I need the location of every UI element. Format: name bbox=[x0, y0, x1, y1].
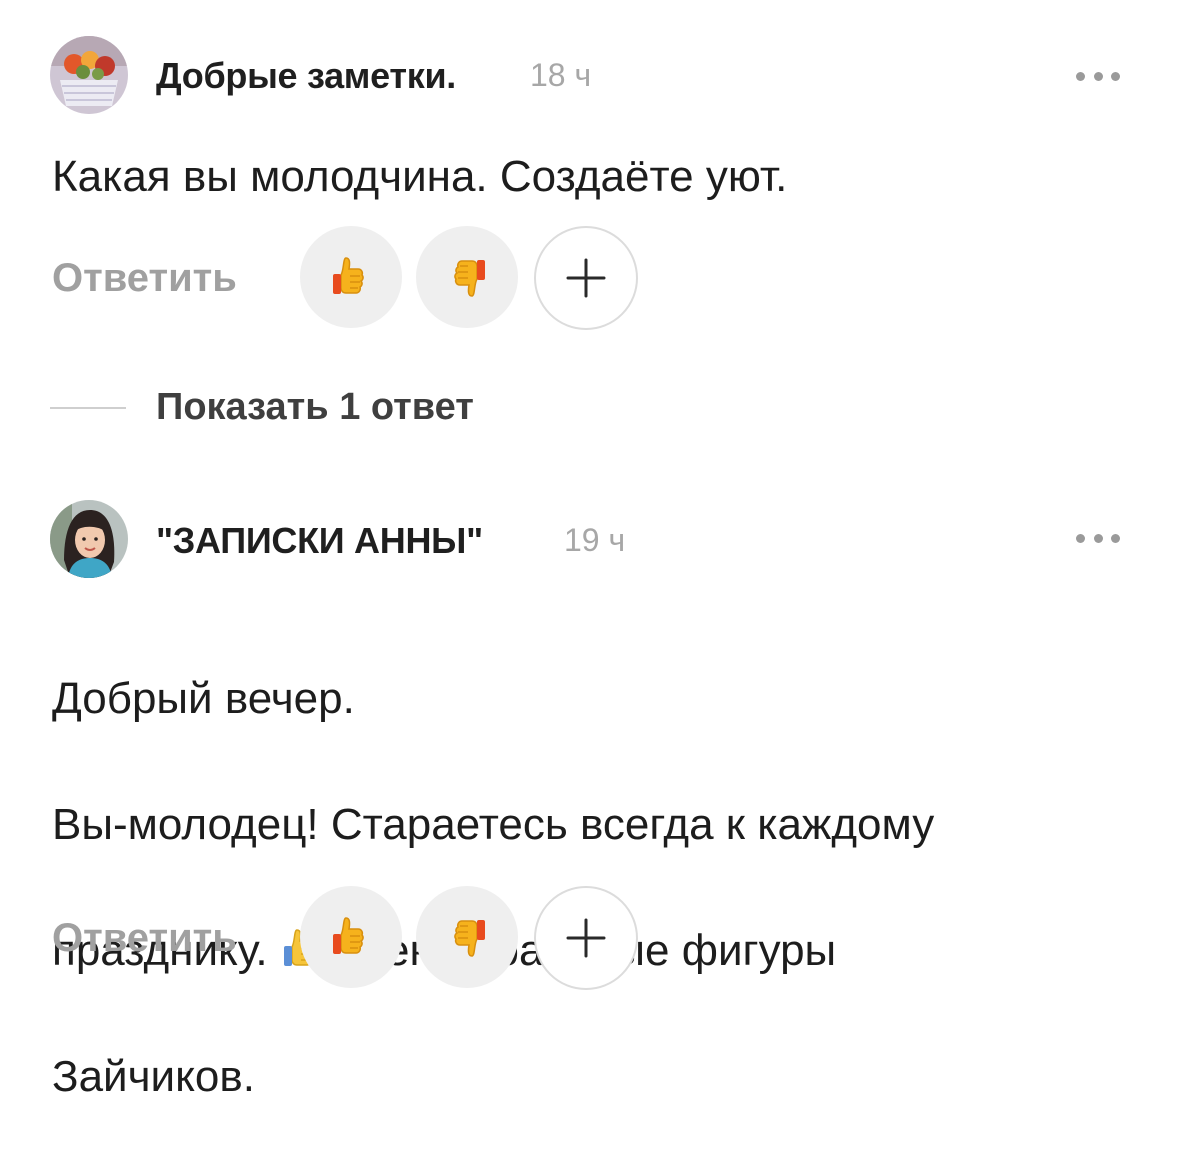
plus-icon bbox=[566, 918, 606, 958]
comment-text-line: Вы-молодец! Стараетесь всегда к каждому bbox=[52, 800, 935, 849]
dislike-button[interactable] bbox=[416, 886, 518, 988]
dislike-button[interactable] bbox=[416, 226, 518, 328]
ellipsis-icon[interactable] bbox=[1076, 70, 1120, 82]
comment-text-line: Добрый вечер. bbox=[52, 674, 355, 723]
thumbs-up-icon bbox=[333, 917, 364, 954]
thumbs-up-icon bbox=[333, 257, 364, 294]
comment-text: Добрый вечер. Вы-молодец! Стараетесь все… bbox=[52, 604, 1152, 1171]
add-reaction-button[interactable] bbox=[534, 886, 638, 990]
author-name[interactable]: "ЗАПИСКИ АННЫ" bbox=[156, 520, 483, 562]
add-reaction-button[interactable] bbox=[534, 226, 638, 330]
comment-time: 19 ч bbox=[564, 522, 626, 558]
like-button[interactable] bbox=[300, 886, 402, 988]
comment-text-line: Зайчиков. bbox=[52, 1052, 255, 1101]
show-replies-label[interactable]: Показать 1 ответ bbox=[156, 386, 474, 429]
divider bbox=[50, 407, 126, 409]
thumbs-down-icon bbox=[454, 260, 485, 297]
author-avatar[interactable] bbox=[50, 36, 128, 114]
avatar-flower-basket-icon bbox=[50, 36, 128, 114]
like-button[interactable] bbox=[300, 226, 402, 328]
reply-button[interactable]: Ответить bbox=[52, 256, 237, 301]
plus-icon bbox=[566, 258, 606, 298]
reply-button[interactable]: Ответить bbox=[52, 916, 237, 961]
thumbs-down-icon bbox=[454, 920, 485, 957]
comment-text: Какая вы молодчина. Создаёте уют. bbox=[52, 152, 788, 201]
ellipsis-icon[interactable] bbox=[1076, 532, 1120, 544]
author-avatar[interactable] bbox=[50, 500, 128, 578]
avatar-woman-photo-icon bbox=[50, 500, 128, 578]
comment-time: 18 ч bbox=[530, 57, 592, 93]
author-name[interactable]: Добрые заметки. bbox=[156, 55, 456, 97]
